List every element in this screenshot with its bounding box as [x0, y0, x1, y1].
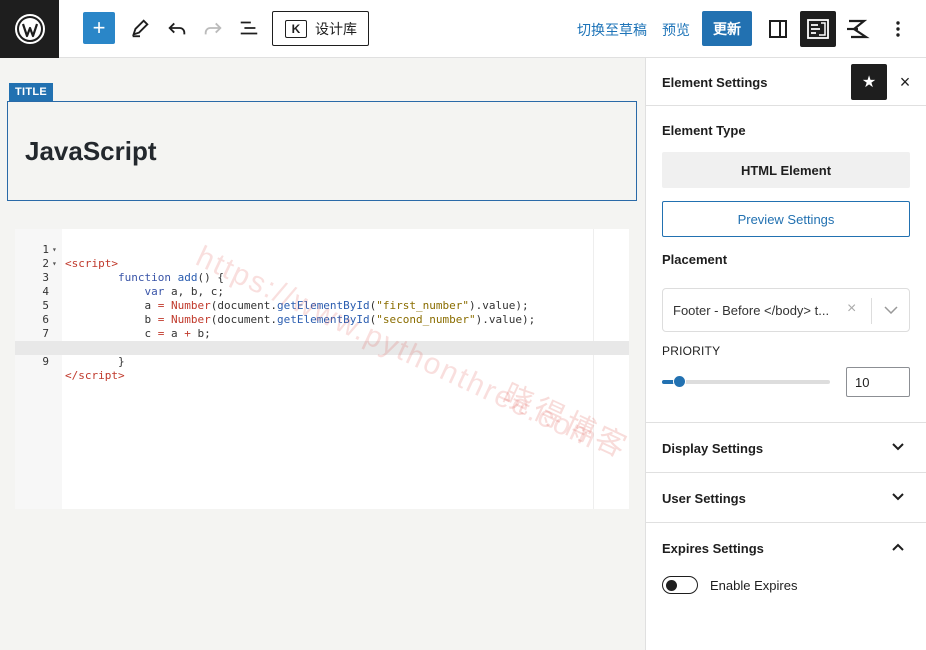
preview-link[interactable]: 预览	[662, 20, 690, 40]
chevron-up-icon	[890, 539, 906, 555]
code-line: 8 }	[15, 327, 629, 368]
expires-settings-title: Expires Settings	[662, 541, 764, 556]
editor-toolbar: + K 设计库 切换至草稿 预览 更新	[0, 0, 926, 58]
design-library-label: 设计库	[315, 20, 357, 37]
more-vertical-icon[interactable]	[880, 11, 916, 47]
select-separator	[871, 298, 872, 324]
code-line: 7 document.getElementById("answer").valu…	[15, 313, 629, 354]
expires-settings-panel[interactable]: Expires Settings	[646, 522, 926, 572]
redo-icon[interactable]	[201, 16, 225, 40]
pen-icon[interactable]	[128, 16, 152, 40]
element-type-value[interactable]: HTML Element	[662, 152, 910, 188]
priority-input[interactable]: 10	[846, 367, 910, 397]
slider-handle[interactable]	[673, 375, 686, 388]
chevron-down-icon	[890, 439, 906, 455]
code-line: 3 var a, b, c;	[15, 257, 629, 298]
title-block[interactable]: JavaScript	[7, 101, 637, 201]
design-library-button[interactable]: K 设计库	[272, 11, 369, 46]
line-number: 9	[42, 355, 49, 368]
code-editor[interactable]: 1 ▾ <script> 2 ▾ function add() { 3 var a,…	[15, 229, 629, 509]
priority-label: PRIORITY	[662, 344, 721, 358]
placement-label: Placement	[662, 252, 728, 267]
user-settings-title: User Settings	[662, 491, 746, 506]
sidebar-title: Element Settings	[662, 75, 768, 90]
chevron-down-icon[interactable]	[883, 301, 899, 319]
plugin-icon[interactable]	[840, 11, 876, 47]
settings-panel-icon[interactable]	[800, 11, 836, 47]
clear-icon[interactable]: ×	[847, 300, 856, 318]
placement-value: Footer - Before </body> t...	[673, 303, 830, 318]
code-line: 1 ▾ <script>	[15, 229, 629, 270]
element-settings-sidebar: Element Settings ★ × Element Type HTML E…	[645, 58, 926, 650]
update-button[interactable]: 更新	[702, 11, 752, 46]
library-k-icon: K	[285, 19, 307, 38]
display-settings-panel[interactable]: Display Settings	[646, 422, 926, 472]
close-icon[interactable]: ×	[895, 70, 915, 94]
placement-select[interactable]: Footer - Before </body> t... ×	[662, 288, 910, 332]
enable-expires-toggle[interactable]	[662, 576, 698, 594]
code-line: 2 ▾ function add() {	[15, 243, 629, 284]
code-line: 6 c = a + b;	[15, 299, 629, 340]
sidebar-toggle-icon[interactable]	[760, 11, 796, 47]
code-line-active: 9 </script>	[15, 341, 629, 382]
code-line: 5 b = Number(document.getElementById("se…	[15, 285, 629, 326]
priority-slider[interactable]	[662, 375, 830, 388]
user-settings-panel[interactable]: User Settings	[646, 472, 926, 522]
block-type-tag: TITLE	[9, 83, 54, 101]
post-title[interactable]: JavaScript	[25, 136, 157, 167]
add-block-button[interactable]: +	[83, 12, 115, 44]
preview-settings-button[interactable]: Preview Settings	[662, 201, 910, 237]
toggle-knob	[666, 579, 677, 591]
element-type-label: Element Type	[662, 123, 746, 138]
display-settings-title: Display Settings	[662, 441, 764, 456]
code-line: 4 a = Number(document.getElementById("fi…	[15, 271, 629, 312]
sidebar-header: Element Settings ★ ×	[646, 58, 926, 106]
switch-to-draft-link[interactable]: 切换至草稿	[577, 20, 647, 40]
wordpress-logo-glyph	[14, 14, 45, 44]
enable-expires-label: Enable Expires	[710, 578, 798, 593]
wordpress-logo-icon[interactable]	[0, 0, 59, 58]
star-icon[interactable]: ★	[851, 64, 887, 100]
undo-icon[interactable]	[165, 16, 189, 40]
list-view-icon[interactable]	[237, 16, 261, 40]
chevron-down-icon	[890, 489, 906, 505]
